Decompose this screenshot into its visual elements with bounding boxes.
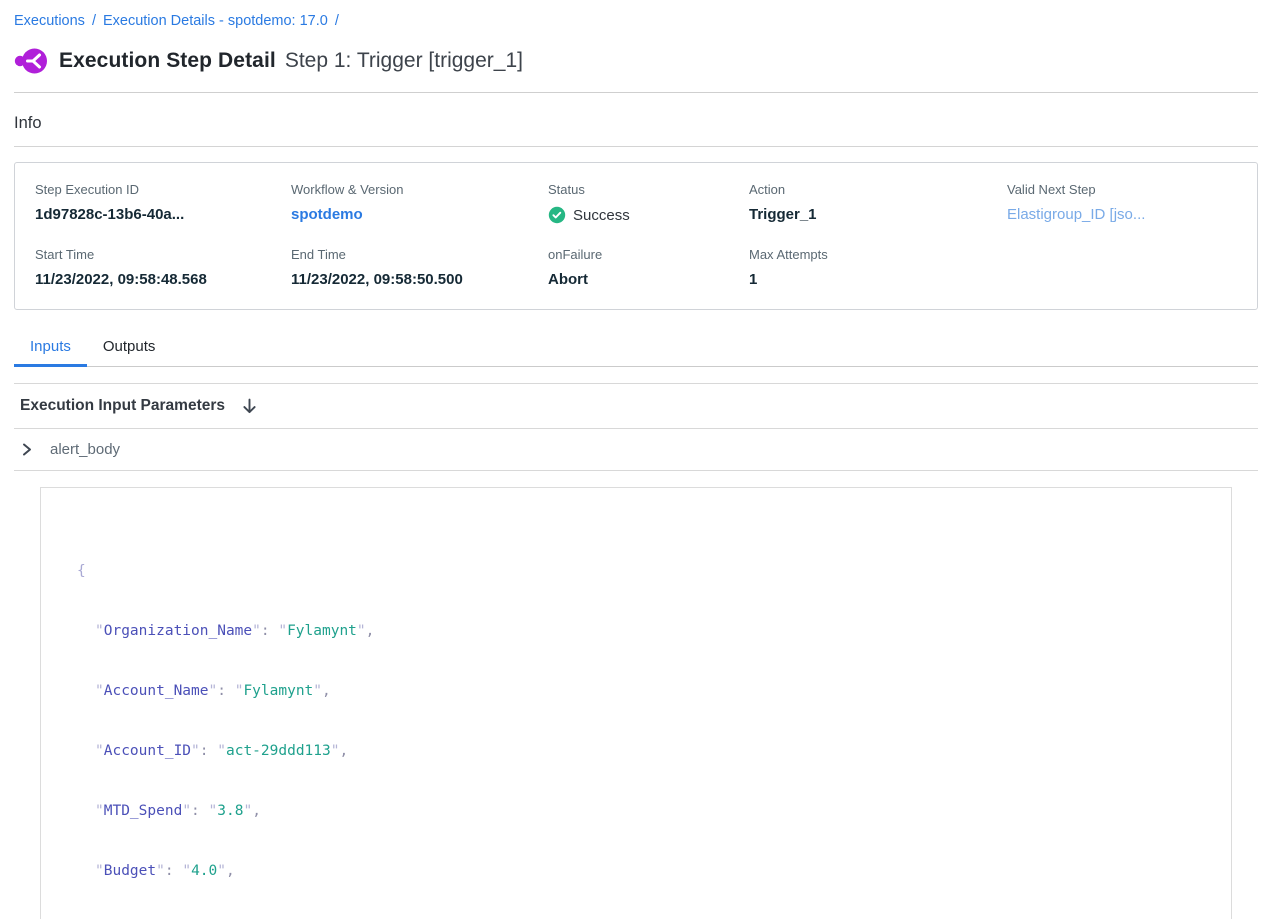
field-label: Workflow & Version	[291, 182, 548, 197]
json-line: "MTD_Spend": "3.8",	[77, 801, 1195, 821]
download-arrow-icon[interactable]	[241, 398, 258, 415]
json-open-brace: {	[77, 561, 1195, 581]
json-line: "Account_Name": "Fylamynt",	[77, 681, 1195, 701]
info-field-action: Action Trigger_1	[749, 182, 1007, 224]
page-title: Execution Step Detail	[59, 49, 276, 73]
field-value: 11/23/2022, 09:58:48.568	[35, 271, 291, 288]
tab-outputs[interactable]: Outputs	[87, 334, 172, 367]
workflow-link[interactable]: spotdemo	[291, 206, 548, 223]
info-field-end-time: End Time 11/23/2022, 09:58:50.500	[291, 247, 548, 288]
json-code: { "Organization_Name": "Fylamynt", "Acco…	[77, 521, 1195, 919]
page-header: Execution Step Detail Step 1: Trigger [t…	[14, 45, 1258, 93]
field-label: onFailure	[548, 247, 749, 262]
status-text: Success	[573, 207, 630, 224]
breadcrumb-link-executions[interactable]: Executions	[14, 13, 85, 29]
info-field-step-execution-id: Step Execution ID 1d97828c-13b6-40a...	[35, 182, 291, 224]
field-label: Start Time	[35, 247, 291, 262]
breadcrumb: Executions / Execution Details - spotdem…	[14, 0, 1258, 29]
info-field-status: Status Success	[548, 182, 749, 224]
info-section-heading: Info	[14, 114, 1258, 147]
json-line: "Organization_Name": "Fylamynt",	[77, 621, 1195, 641]
section-label: alert_body	[50, 441, 120, 458]
section-alert-body[interactable]: alert_body	[14, 429, 1258, 471]
field-value: 11/23/2022, 09:58:50.500	[291, 271, 548, 288]
field-label: End Time	[291, 247, 548, 262]
page-subtitle: Step 1: Trigger [trigger_1]	[285, 49, 523, 73]
valid-next-step-link[interactable]: Elastigroup_ID [jso...	[1007, 206, 1237, 223]
fylamynt-logo-icon	[14, 45, 48, 77]
field-label: Action	[749, 182, 1007, 197]
params-title: Execution Input Parameters	[20, 397, 225, 415]
info-field-onfailure: onFailure Abort	[548, 247, 749, 288]
info-field-valid-next-step: Valid Next Step Elastigroup_ID [jso...	[1007, 182, 1237, 224]
tab-inputs[interactable]: Inputs	[14, 334, 87, 367]
tab-bar: Inputs Outputs	[14, 334, 1258, 367]
info-field-max-attempts: Max Attempts 1	[749, 247, 1007, 288]
field-value: 1d97828c-13b6-40a...	[35, 206, 291, 223]
alert-body-json-box: { "Organization_Name": "Fylamynt", "Acco…	[40, 487, 1232, 919]
field-label: Step Execution ID	[35, 182, 291, 197]
field-value: 1	[749, 271, 1007, 288]
breadcrumb-link-execution-details[interactable]: Execution Details - spotdemo: 17.0	[103, 13, 328, 29]
json-line: "Budget": "4.0",	[77, 861, 1195, 881]
info-field-start-time: Start Time 11/23/2022, 09:58:48.568	[35, 247, 291, 288]
field-value: Trigger_1	[749, 206, 1007, 223]
field-label: Max Attempts	[749, 247, 1007, 262]
chevron-right-icon	[20, 443, 33, 456]
breadcrumb-separator: /	[335, 13, 339, 29]
breadcrumb-separator: /	[92, 13, 96, 29]
field-label: Valid Next Step	[1007, 182, 1237, 197]
field-value: Abort	[548, 271, 749, 288]
info-field-empty	[1007, 247, 1237, 288]
execution-input-parameters-header: Execution Input Parameters	[14, 384, 1258, 429]
success-check-icon	[548, 206, 566, 224]
info-card: Step Execution ID 1d97828c-13b6-40a... W…	[14, 162, 1258, 310]
info-field-workflow-version: Workflow & Version spotdemo	[291, 182, 548, 224]
field-label: Status	[548, 182, 749, 197]
json-line: "Account_ID": "act-29ddd113",	[77, 741, 1195, 761]
